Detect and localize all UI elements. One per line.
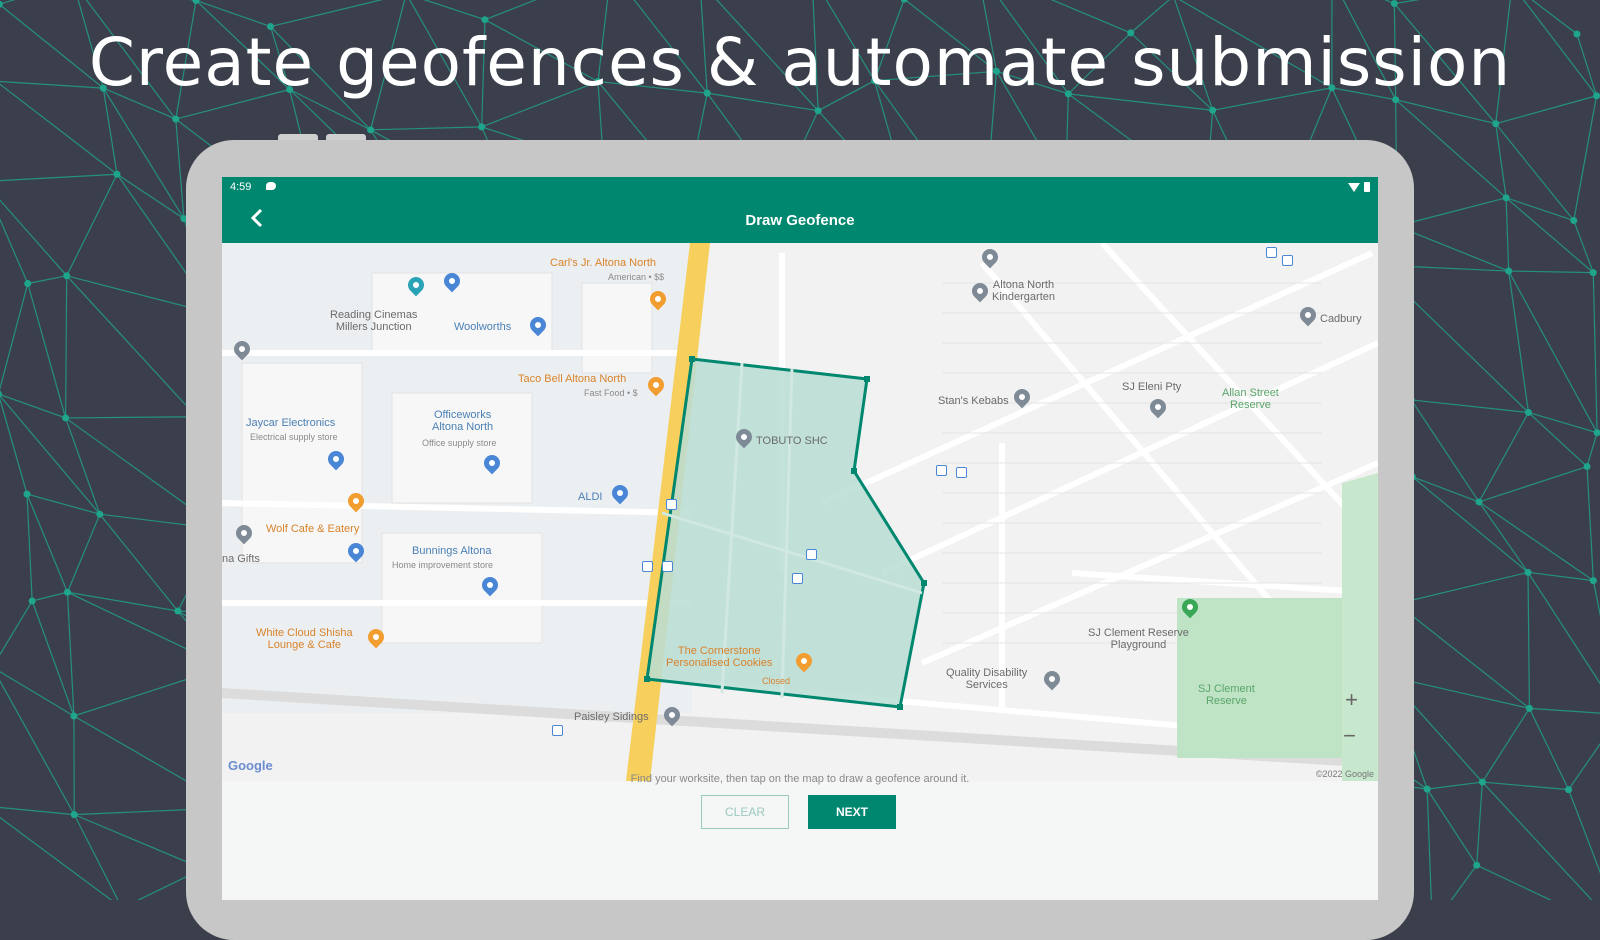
poi-label-woolworths: Woolworths bbox=[454, 321, 511, 333]
bus-stop-icon[interactable] bbox=[792, 573, 803, 584]
poi-label-altona-kinder: Altona North Kindergarten bbox=[992, 279, 1055, 303]
poi-sublabel-taco-bell: Fast Food • $ bbox=[584, 387, 638, 399]
poi-label-cornerstone: The Cornerstone Personalised Cookies bbox=[666, 645, 772, 669]
bus-stop-icon[interactable] bbox=[642, 561, 653, 572]
bus-stop-icon[interactable] bbox=[806, 549, 817, 560]
poi-label-wolf-cafe: Wolf Cafe & Eatery bbox=[266, 523, 359, 535]
poi-sublabel-cornerstone: Closed bbox=[762, 675, 790, 687]
poi-label-jaycar: Jaycar Electronics bbox=[246, 417, 335, 429]
status-time: 4:59 bbox=[230, 181, 251, 193]
bus-stop-icon[interactable] bbox=[662, 561, 673, 572]
poi-label-sj-clement-reserve: SJ Clement Reserve bbox=[1198, 683, 1255, 707]
poi-sublabel-bunnings: Home improvement store bbox=[392, 559, 493, 571]
bus-stop-icon[interactable] bbox=[552, 725, 563, 736]
poi-sublabel-carls-jr: American • $$ bbox=[608, 271, 664, 283]
zoom-in-button[interactable]: + bbox=[1345, 687, 1358, 713]
poi-label-cadbury: Cadbury bbox=[1320, 313, 1362, 325]
zoom-out-button[interactable]: − bbox=[1343, 723, 1356, 749]
battery-icon bbox=[1364, 182, 1370, 192]
map-view[interactable]: Carl's Jr. Altona North American • $$ Re… bbox=[222, 243, 1378, 781]
poi-label-officeworks: Officeworks Altona North bbox=[432, 409, 493, 433]
poi-label-stans-kebabs: Stan's Kebabs bbox=[938, 395, 1009, 407]
poi-sublabel-jaycar: Electrical supply store bbox=[250, 431, 338, 443]
bus-stop-icon[interactable] bbox=[1282, 255, 1293, 266]
app-bar: 4:59 Draw Geofence bbox=[222, 177, 1378, 243]
poi-label-quality-disability: Quality Disability Services bbox=[946, 667, 1027, 691]
poi-label-allan-street: Allan Street Reserve bbox=[1222, 387, 1279, 411]
poi-label-aldi: ALDI bbox=[578, 491, 602, 503]
poi-label-white-cloud: White Cloud Shisha Lounge & Cafe bbox=[256, 627, 353, 651]
headline: Create geofences & automate submission bbox=[0, 24, 1600, 101]
wifi-icon bbox=[1348, 183, 1360, 192]
poi-label-carls-jr: Carl's Jr. Altona North bbox=[550, 257, 656, 269]
status-icons bbox=[1348, 181, 1370, 193]
app-screen: 4:59 Draw Geofence bbox=[222, 177, 1378, 900]
clear-button[interactable]: CLEAR bbox=[701, 795, 789, 829]
next-button[interactable]: NEXT bbox=[808, 795, 896, 829]
poi-sublabel-officeworks: Office supply store bbox=[422, 437, 496, 449]
instructions-text: Find your worksite, then tap on the map … bbox=[222, 773, 1378, 785]
poi-label-taco-bell: Taco Bell Altona North bbox=[518, 373, 626, 385]
poi-label-bunnings: Bunnings Altona bbox=[412, 545, 492, 557]
bus-stop-icon[interactable] bbox=[1266, 247, 1277, 258]
bus-stop-icon[interactable] bbox=[956, 467, 967, 478]
poi-label-sj-eleni: SJ Eleni Pty bbox=[1122, 381, 1181, 393]
bus-stop-icon[interactable] bbox=[666, 499, 677, 510]
poi-label-na-gifts: na Gifts bbox=[222, 553, 260, 565]
app-bar-title: Draw Geofence bbox=[222, 212, 1378, 229]
poi-label-tbs: TOBUTO SHC bbox=[756, 435, 828, 447]
bus-stop-icon[interactable] bbox=[936, 465, 947, 476]
poi-label-sj-clement-playground: SJ Clement Reserve Playground bbox=[1088, 627, 1189, 651]
message-icon bbox=[266, 182, 276, 190]
poi-label-reading-cinemas: Reading Cinemas Millers Junction bbox=[330, 309, 417, 333]
google-logo: Google bbox=[228, 758, 273, 773]
poi-label-paisley: Paisley Sidings bbox=[574, 711, 649, 723]
